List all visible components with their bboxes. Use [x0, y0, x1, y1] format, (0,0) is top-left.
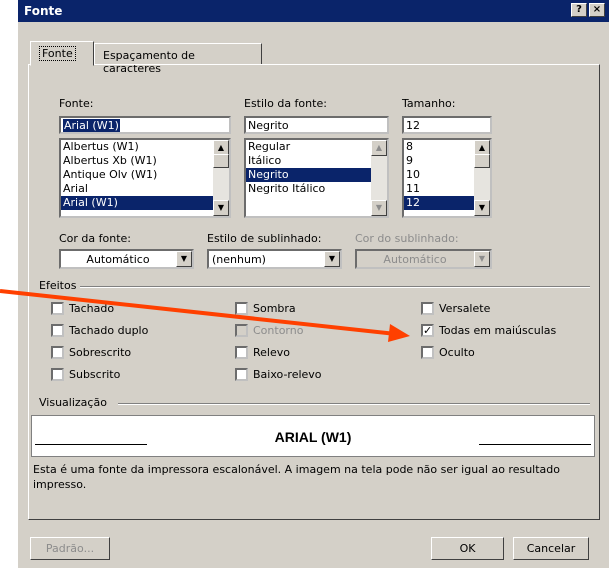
tachado-label: Tachado [69, 302, 115, 315]
scroll-thumb[interactable] [213, 154, 229, 168]
tab-espacamento[interactable]: Espaçamento de caracteres [94, 43, 262, 75]
preview-label: Visualização [39, 396, 111, 409]
tachado-duplo-label: Tachado duplo [69, 324, 149, 337]
font-label: Fonte: [59, 97, 94, 110]
font-list[interactable]: Albertus (W1) Albertus Xb (W1) Antique O… [59, 138, 231, 218]
underline-style-select[interactable]: (nenhum) ▼ [207, 249, 342, 269]
scroll-down-icon[interactable]: ▼ [474, 200, 490, 216]
style-label: Estilo da fonte: [244, 97, 327, 110]
close-button[interactable]: × [589, 3, 605, 17]
cancel-button[interactable]: Cancelar [513, 537, 589, 560]
sobrescrito-label: Sobrescrito [69, 346, 132, 359]
size-input[interactable]: 12 [402, 116, 492, 134]
help-button[interactable]: ? [571, 3, 587, 17]
versalete-label: Versalete [439, 302, 491, 315]
list-item[interactable]: Arial (W1) [61, 196, 229, 210]
list-item[interactable]: Antique Olv (W1) [61, 168, 229, 182]
effects-label: Efeitos [39, 279, 81, 292]
size-list-scrollbar[interactable]: ▲ ▼ [474, 140, 490, 216]
checkbox-tachado[interactable] [51, 302, 64, 315]
style-input[interactable]: Negrito [244, 116, 389, 134]
dialog-title: Fonte [24, 4, 63, 18]
checkbox-sombra[interactable] [235, 302, 248, 315]
style-list[interactable]: Regular Itálico Negrito Negrito Itálico … [244, 138, 389, 218]
style-list-scrollbar[interactable]: ▲ ▼ [371, 140, 387, 216]
checkbox-subscrito[interactable] [51, 368, 64, 381]
contorno-label: Contorno [253, 324, 304, 337]
scroll-thumb[interactable] [474, 154, 490, 168]
effects-divider [58, 286, 590, 288]
underline-color-label: Cor do sublinhado: [355, 232, 459, 245]
chevron-down-icon[interactable]: ▼ [324, 251, 340, 267]
preview-divider [118, 403, 590, 405]
scroll-up-icon[interactable]: ▲ [371, 140, 387, 156]
oculto-label: Oculto [439, 346, 475, 359]
tab-fonte[interactable]: Fonte [30, 41, 94, 66]
preview-sample: ARIAL (W1) [274, 429, 352, 445]
tab-fonte-label: Fonte [39, 46, 76, 61]
checkbox-baixo-relevo[interactable] [235, 368, 248, 381]
checkbox-relevo[interactable] [235, 346, 248, 359]
list-item[interactable]: Itálico [246, 154, 387, 168]
relevo-label: Relevo [253, 346, 290, 359]
underline-color-value: Automático [383, 253, 447, 266]
ok-button[interactable]: OK [431, 537, 504, 560]
list-item[interactable]: Negrito [246, 168, 387, 182]
preview-line-right [479, 444, 591, 445]
default-button[interactable]: Padrão... [30, 537, 110, 560]
chevron-down-icon: ▼ [474, 251, 490, 267]
chevron-down-icon[interactable]: ▼ [176, 251, 192, 267]
list-item[interactable]: Albertus Xb (W1) [61, 154, 229, 168]
checkbox-todas-maiusculas[interactable]: ✓ [421, 324, 434, 337]
font-list-scrollbar[interactable]: ▲ ▼ [213, 140, 229, 216]
preview-box: ARIAL (W1) [31, 415, 595, 457]
size-label: Tamanho: [402, 97, 456, 110]
sombra-label: Sombra [253, 302, 296, 315]
list-item[interactable]: Regular [246, 140, 387, 154]
subscrito-label: Subscrito [69, 368, 121, 381]
baixo-relevo-label: Baixo-relevo [253, 368, 322, 381]
color-label: Cor da fonte: [59, 232, 132, 245]
checkmark-icon: ✓ [423, 324, 433, 337]
list-item[interactable]: Arial [61, 182, 229, 196]
font-input-value: Arial (W1) [63, 119, 120, 132]
font-color-select[interactable]: Automático ▼ [59, 249, 194, 269]
underline-label: Estilo de sublinhado: [207, 232, 322, 245]
checkbox-tachado-duplo[interactable] [51, 324, 64, 337]
font-color-value: Automático [86, 253, 150, 266]
size-list[interactable]: 8 9 10 11 12 ▲ ▼ [402, 138, 492, 218]
scroll-down-icon[interactable]: ▼ [371, 200, 387, 216]
checkbox-versalete[interactable] [421, 302, 434, 315]
checkbox-sobrescrito[interactable] [51, 346, 64, 359]
checkbox-contorno [235, 324, 248, 337]
underline-color-select: Automático ▼ [355, 249, 492, 269]
underline-style-value: (nenhum) [212, 253, 266, 266]
scroll-down-icon[interactable]: ▼ [213, 200, 229, 216]
preview-description: Esta é uma fonte da impressora escalonáv… [33, 463, 560, 491]
title-bar[interactable]: Fonte ? × [18, 0, 609, 22]
checkbox-oculto[interactable] [421, 346, 434, 359]
list-item[interactable]: Albertus (W1) [61, 140, 229, 154]
list-item[interactable]: Negrito Itálico [246, 182, 387, 196]
todas-maiusculas-label: Todas em maiúsculas [439, 324, 557, 337]
font-input[interactable]: Arial (W1) [59, 116, 231, 134]
